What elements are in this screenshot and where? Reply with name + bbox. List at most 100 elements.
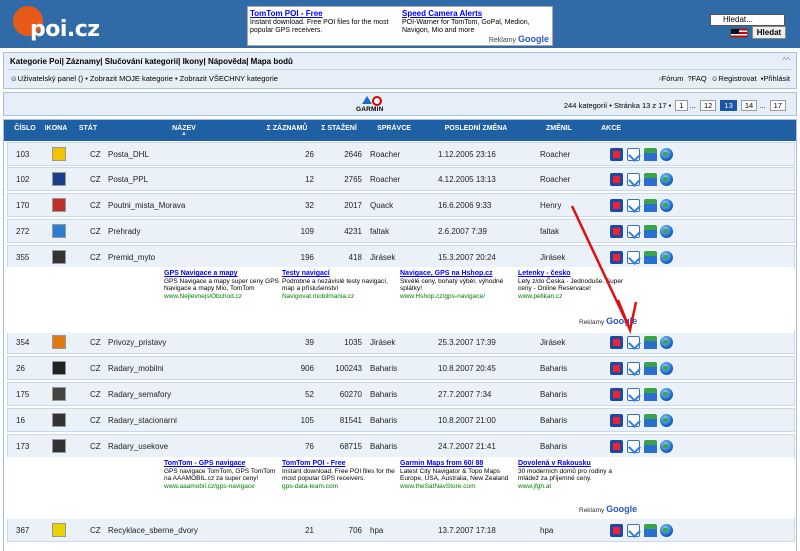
cell-admin[interactable]: Baharis: [370, 364, 397, 373]
english-flag-icon[interactable]: [730, 28, 748, 38]
edit-icon[interactable]: [627, 414, 640, 427]
map-icon[interactable]: [644, 336, 657, 349]
cell-admin[interactable]: Jirásek: [370, 338, 395, 347]
delete-icon[interactable]: [610, 336, 623, 349]
ad-title[interactable]: TomTom - GPS navigace: [164, 460, 280, 468]
search-button[interactable]: Hledat: [752, 26, 786, 39]
map-icon[interactable]: [644, 414, 657, 427]
globe-icon[interactable]: [660, 251, 673, 264]
garmin-filter-icon[interactable]: GARMIN: [356, 96, 390, 113]
ad-title[interactable]: Garmin Maps from 60/ 88: [400, 460, 516, 468]
cell-admin[interactable]: hpa: [370, 526, 383, 535]
cell-changed-by[interactable]: faltak: [540, 227, 559, 236]
page-link-1[interactable]: 1: [675, 100, 688, 111]
delete-icon[interactable]: [610, 225, 623, 238]
ad-url[interactable]: Navigovat.mobilmania.cz: [282, 293, 398, 301]
cell-changed-by[interactable]: Baharis: [540, 390, 567, 399]
delete-icon[interactable]: [610, 440, 623, 453]
cell-admin[interactable]: faltak: [370, 227, 389, 236]
page-link-14[interactable]: 14: [740, 100, 758, 111]
delete-icon[interactable]: [610, 173, 623, 186]
page-link-17[interactable]: 17: [769, 100, 786, 111]
ad-url[interactable]: www.theSatNavStore.com: [400, 483, 516, 491]
cell-name[interactable]: Recyklace_sberne_dvory: [108, 526, 198, 535]
my-categories-link[interactable]: Zobrazit MOJE kategorie: [90, 74, 173, 83]
search-input[interactable]: Hledat...: [710, 14, 785, 26]
cell-admin[interactable]: Jirásek: [370, 253, 395, 262]
delete-icon[interactable]: [610, 414, 623, 427]
edit-icon[interactable]: [627, 225, 640, 238]
cell-changed-by[interactable]: Baharis: [540, 442, 567, 451]
edit-icon[interactable]: [627, 251, 640, 264]
delete-icon[interactable]: [610, 362, 623, 375]
user-panel-link[interactable]: Uživatelský panel (): [18, 74, 83, 83]
ad-title[interactable]: Navigace, GPS na Hshop.cz: [400, 270, 516, 278]
col-header-number[interactable]: ČÍSLO: [8, 125, 42, 132]
forum-link[interactable]: Fórum: [662, 74, 684, 83]
cell-admin[interactable]: Quack: [370, 201, 393, 210]
ad-url[interactable]: www.pelikan.cz: [518, 293, 634, 301]
globe-icon[interactable]: [660, 148, 673, 161]
cell-changed-by[interactable]: Henry: [540, 201, 561, 210]
map-icon[interactable]: [644, 225, 657, 238]
globe-icon[interactable]: [660, 225, 673, 238]
nav-item-icons[interactable]: Ikony: [183, 57, 204, 66]
header-ad-1-title[interactable]: TomTom POI - Free: [250, 9, 398, 19]
edit-icon[interactable]: [627, 199, 640, 212]
cell-admin[interactable]: Baharis: [370, 416, 397, 425]
delete-icon[interactable]: [610, 524, 623, 537]
edit-icon[interactable]: [627, 148, 640, 161]
edit-icon[interactable]: [627, 440, 640, 453]
edit-icon[interactable]: [627, 524, 640, 537]
delete-icon[interactable]: [610, 388, 623, 401]
cell-name[interactable]: Radary_stacionarni: [108, 416, 177, 425]
map-icon[interactable]: [644, 251, 657, 264]
ad-title[interactable]: Dovolená v Rakousku: [518, 460, 634, 468]
ad-url[interactable]: www.Hshop.cz/gps-navigace/: [400, 293, 516, 301]
cell-name[interactable]: Radary_semafory: [108, 390, 171, 399]
col-header-admin[interactable]: SPRÁVCE: [369, 125, 419, 132]
collapse-icon[interactable]: ^^: [782, 56, 790, 65]
globe-icon[interactable]: [660, 440, 673, 453]
cell-changed-by[interactable]: Baharis: [540, 364, 567, 373]
ad-url[interactable]: www.jfgh.at: [518, 483, 634, 491]
cell-name[interactable]: Prehrady: [108, 227, 140, 236]
cell-name[interactable]: Premid_myto: [108, 253, 155, 262]
ad-title[interactable]: GPS Navigace a mapy: [164, 270, 280, 278]
delete-icon[interactable]: [610, 148, 623, 161]
map-icon[interactable]: [644, 524, 657, 537]
ad-url[interactable]: www.NejlevnejsiObchod.cz: [164, 293, 280, 301]
nav-item-map[interactable]: Mapa bodů: [251, 57, 293, 66]
globe-icon[interactable]: [660, 173, 673, 186]
delete-icon[interactable]: [610, 199, 623, 212]
delete-icon[interactable]: [610, 251, 623, 264]
col-header-name[interactable]: NÁZEV ▲: [154, 125, 214, 137]
faq-link[interactable]: FAQ: [692, 74, 707, 83]
edit-icon[interactable]: [627, 173, 640, 186]
cell-admin[interactable]: Roacher: [370, 150, 400, 159]
globe-icon[interactable]: [660, 388, 673, 401]
col-header-changed-by[interactable]: ZMĚNIL: [534, 125, 584, 132]
ads-by-google[interactable]: Reklamy Google: [579, 504, 637, 514]
globe-icon[interactable]: [660, 524, 673, 537]
ad-url[interactable]: gps-data-team.com: [282, 483, 398, 491]
col-header-records[interactable]: Σ ZÁZNAMŮ: [262, 125, 312, 132]
cell-admin[interactable]: Baharis: [370, 390, 397, 399]
site-logo[interactable]: poi.cz: [30, 17, 100, 42]
cell-name[interactable]: Radary_usekove: [108, 442, 168, 451]
ad-title[interactable]: TomTom POI - Free: [282, 460, 398, 468]
cell-name[interactable]: Privozy_pristavy: [108, 338, 166, 347]
map-icon[interactable]: [644, 440, 657, 453]
header-ad-2-title[interactable]: Speed Camera Alerts: [402, 9, 550, 19]
cell-changed-by[interactable]: Jirásek: [540, 338, 565, 347]
cell-changed-by[interactable]: hpa: [540, 526, 553, 535]
col-header-country[interactable]: STÁT: [74, 125, 102, 132]
map-icon[interactable]: [644, 173, 657, 186]
nav-item-records[interactable]: Záznamy: [66, 57, 100, 66]
login-link[interactable]: Přihlásit: [763, 74, 790, 83]
globe-icon[interactable]: [660, 414, 673, 427]
register-link[interactable]: Registrovat: [719, 74, 757, 83]
globe-icon[interactable]: [660, 199, 673, 212]
nav-item-merge[interactable]: Slučování kategorií: [105, 57, 178, 66]
ad-title[interactable]: Letenky - česko: [518, 270, 634, 278]
